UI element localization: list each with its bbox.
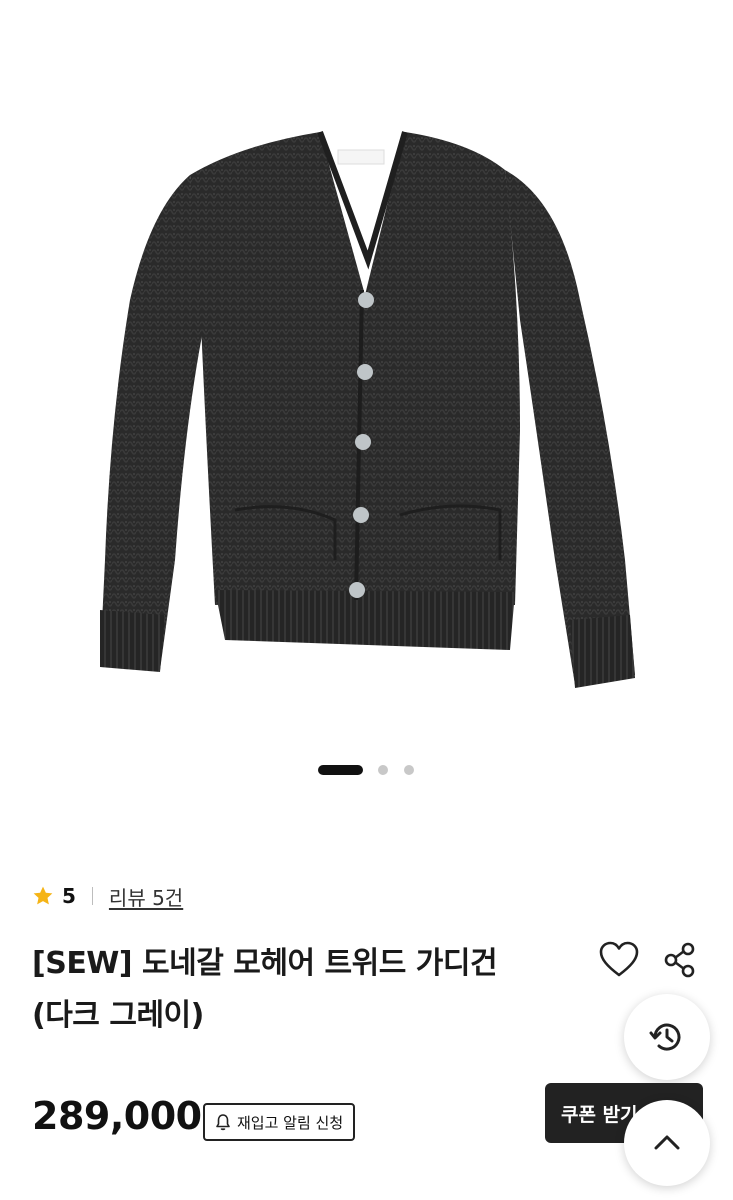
restock-alert-label: 재입고 알림 신청 xyxy=(237,1113,344,1132)
share-icon[interactable] xyxy=(662,940,698,980)
recent-history-button[interactable] xyxy=(624,994,710,1080)
product-title: [SEW] 도네갈 모헤어 트위드 가디건 (다크 그레이) xyxy=(32,938,572,1042)
chevron-up-icon xyxy=(654,1135,680,1150)
star-icon xyxy=(33,886,53,905)
scroll-to-top-button[interactable] xyxy=(624,1100,710,1186)
history-icon xyxy=(649,1023,681,1051)
product-title-line1: [SEW] 도네갈 모헤어 트위드 가디건 xyxy=(32,946,498,981)
product-price: 289,000 xyxy=(32,1094,202,1138)
carousel-dot[interactable] xyxy=(404,765,414,775)
product-title-line2: (다크 그레이) xyxy=(32,998,204,1033)
coupon-label: 쿠폰 받기 xyxy=(561,1103,638,1126)
carousel-dot-active[interactable] xyxy=(318,765,363,775)
rating-value: 5 xyxy=(62,884,76,908)
divider xyxy=(91,887,93,905)
review-count-link[interactable]: 리뷰 5건 xyxy=(109,882,183,911)
heart-icon[interactable] xyxy=(598,940,640,980)
restock-alert-button[interactable]: 재입고 알림 신청 xyxy=(203,1103,356,1141)
rating-row: 5 리뷰 5건 xyxy=(32,882,183,910)
product-image[interactable] xyxy=(0,0,733,745)
bell-icon xyxy=(216,1114,230,1131)
carousel-dot[interactable] xyxy=(378,765,388,775)
cardigan-illustration xyxy=(100,130,635,688)
carousel-indicators xyxy=(0,764,733,776)
